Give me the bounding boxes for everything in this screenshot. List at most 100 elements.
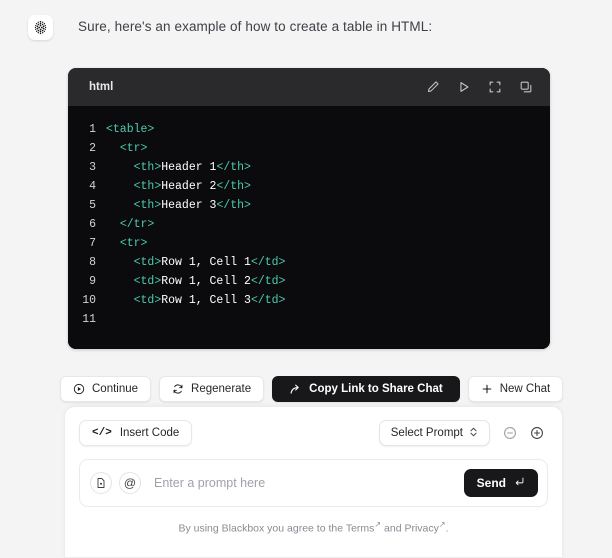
code-tag: <th>: [133, 199, 162, 212]
new-chat-button[interactable]: New Chat: [467, 376, 564, 402]
code-line-content: <td>Row 1, Cell 3</td>: [106, 291, 286, 310]
code-line-content: <td>Row 1, Cell 1</td>: [106, 253, 286, 272]
code-line: 7 <tr>: [68, 234, 550, 253]
continue-button[interactable]: Continue: [60, 376, 152, 402]
plus-icon: [481, 383, 493, 395]
code-block: html 1 <table> 2 <tr> 3 <th>Header 1</th…: [68, 68, 550, 349]
code-line-content: <tr>: [106, 234, 148, 253]
code-tag: <tr>: [119, 237, 148, 250]
code-line-content: <th>Header 2</th>: [106, 177, 251, 196]
code-tag: </td>: [250, 275, 286, 288]
pencil-icon[interactable]: [424, 79, 441, 96]
code-line-number: 1: [89, 123, 96, 136]
code-line: 4 <th>Header 2</th>: [68, 177, 550, 196]
code-tag: <th>: [133, 180, 162, 193]
composer-panel: </> Insert Code Select Prompt @ Enter a …: [64, 406, 563, 558]
code-line-content: </tr>: [106, 215, 155, 234]
code-line-number: 4: [89, 180, 96, 193]
select-prompt-dropdown[interactable]: Select Prompt: [378, 420, 490, 446]
plus-circle-icon[interactable]: [530, 426, 544, 440]
prompt-input[interactable]: [148, 476, 464, 490]
prompt-input-area: @ Send: [79, 459, 548, 507]
code-block-header: html: [68, 68, 550, 106]
code-line-content: <tr>: [106, 139, 148, 158]
code-tag: <tr>: [119, 142, 148, 155]
code-text: Header 1: [161, 161, 217, 174]
enter-return-icon: [514, 476, 525, 490]
footer-legal-note: By using Blackbox you agree to the Terms…: [65, 520, 562, 535]
code-line: 3 <th>Header 1</th>: [68, 158, 550, 177]
code-tag: <td>: [133, 256, 162, 269]
code-line-number: 8: [89, 256, 96, 269]
code-line-number: 5: [89, 199, 96, 212]
code-text: Row 1, Cell 1: [161, 256, 251, 269]
code-line-number: 11: [82, 313, 96, 326]
copy-link-button[interactable]: Copy Link to Share Chat: [272, 376, 460, 402]
composer-toolbar: </> Insert Code Select Prompt: [65, 407, 562, 446]
external-link-icon: ↗: [438, 520, 446, 529]
minus-circle-icon[interactable]: [503, 426, 517, 440]
code-text: Row 1, Cell 3: [161, 294, 251, 307]
code-language-label: html: [89, 81, 114, 93]
at-mention-icon[interactable]: @: [119, 472, 141, 494]
code-tag: <table>: [106, 123, 155, 136]
assistant-message-row: Sure, here's an example of how to create…: [0, 0, 612, 40]
code-line: 1 <table>: [68, 120, 550, 139]
code-line: 10 <td>Row 1, Cell 3</td>: [68, 291, 550, 310]
code-line-content: <th>Header 3</th>: [106, 196, 251, 215]
footer-prefix: By using Blackbox you agree to the: [178, 522, 346, 535]
code-tag: </tr>: [119, 218, 155, 231]
code-line-number: 9: [89, 275, 96, 288]
code-line: 2 <tr>: [68, 139, 550, 158]
footer-middle: and: [381, 522, 405, 535]
privacy-link[interactable]: Privacy: [404, 523, 438, 535]
code-tag: <th>: [133, 161, 162, 174]
assistant-avatar: [28, 15, 53, 40]
code-line: 11: [68, 310, 550, 329]
code-tag: </th>: [216, 161, 251, 174]
chevron-updown-icon: [469, 426, 478, 441]
code-line-number: 10: [82, 294, 96, 307]
message-action-row: Continue Regenerate Copy Link to Share Cha…: [60, 376, 564, 402]
code-text: Row 1, Cell 2: [161, 275, 251, 288]
regenerate-button-label: Regenerate: [191, 383, 252, 395]
blackbox-dotted-logo-icon: [33, 20, 48, 35]
new-chat-button-label: New Chat: [499, 383, 551, 395]
code-line-content: <th>Header 1</th>: [106, 158, 251, 177]
insert-code-button[interactable]: </> Insert Code: [79, 420, 193, 446]
code-tag: <td>: [133, 294, 162, 307]
refresh-icon: [172, 383, 184, 395]
code-line-number: 6: [89, 218, 96, 231]
code-line-number: 2: [89, 142, 96, 155]
footer-suffix: .: [445, 522, 449, 535]
file-attach-icon[interactable]: [90, 472, 112, 494]
fullscreen-icon[interactable]: [486, 79, 503, 96]
send-button[interactable]: Send: [463, 469, 538, 497]
code-tag: <td>: [133, 275, 162, 288]
code-brackets-icon: </>: [92, 427, 112, 439]
regenerate-button[interactable]: Regenerate: [159, 376, 265, 402]
copy-icon[interactable]: [517, 79, 534, 96]
code-line-content: <table>: [106, 120, 154, 139]
code-line-number: 7: [89, 237, 96, 250]
assistant-message-text: Sure, here's an example of how to create…: [78, 19, 433, 34]
copy-link-button-label: Copy Link to Share Chat: [309, 383, 443, 395]
insert-code-label: Insert Code: [119, 427, 180, 439]
code-line: 8 <td>Row 1, Cell 1</td>: [68, 253, 550, 272]
terms-link[interactable]: Terms: [346, 523, 375, 535]
play-circle-icon: [73, 383, 85, 395]
continue-button-label: Continue: [92, 383, 139, 395]
composer-toolbar-right: Select Prompt: [378, 420, 544, 446]
code-tag: </th>: [216, 180, 251, 193]
send-label: Send: [476, 476, 506, 490]
share-arrow-icon: [289, 383, 302, 396]
code-tag: </th>: [216, 199, 251, 212]
code-line-number: 3: [89, 161, 96, 174]
code-tag: </td>: [250, 256, 286, 269]
play-icon[interactable]: [455, 79, 472, 96]
code-tag: </td>: [250, 294, 286, 307]
code-line-content: <td>Row 1, Cell 2</td>: [106, 272, 286, 291]
code-block-body[interactable]: 1 <table> 2 <tr> 3 <th>Header 1</th> 4 <th>H…: [68, 106, 550, 349]
code-line: 5 <th>Header 3</th>: [68, 196, 550, 215]
code-line: 6 </tr>: [68, 215, 550, 234]
